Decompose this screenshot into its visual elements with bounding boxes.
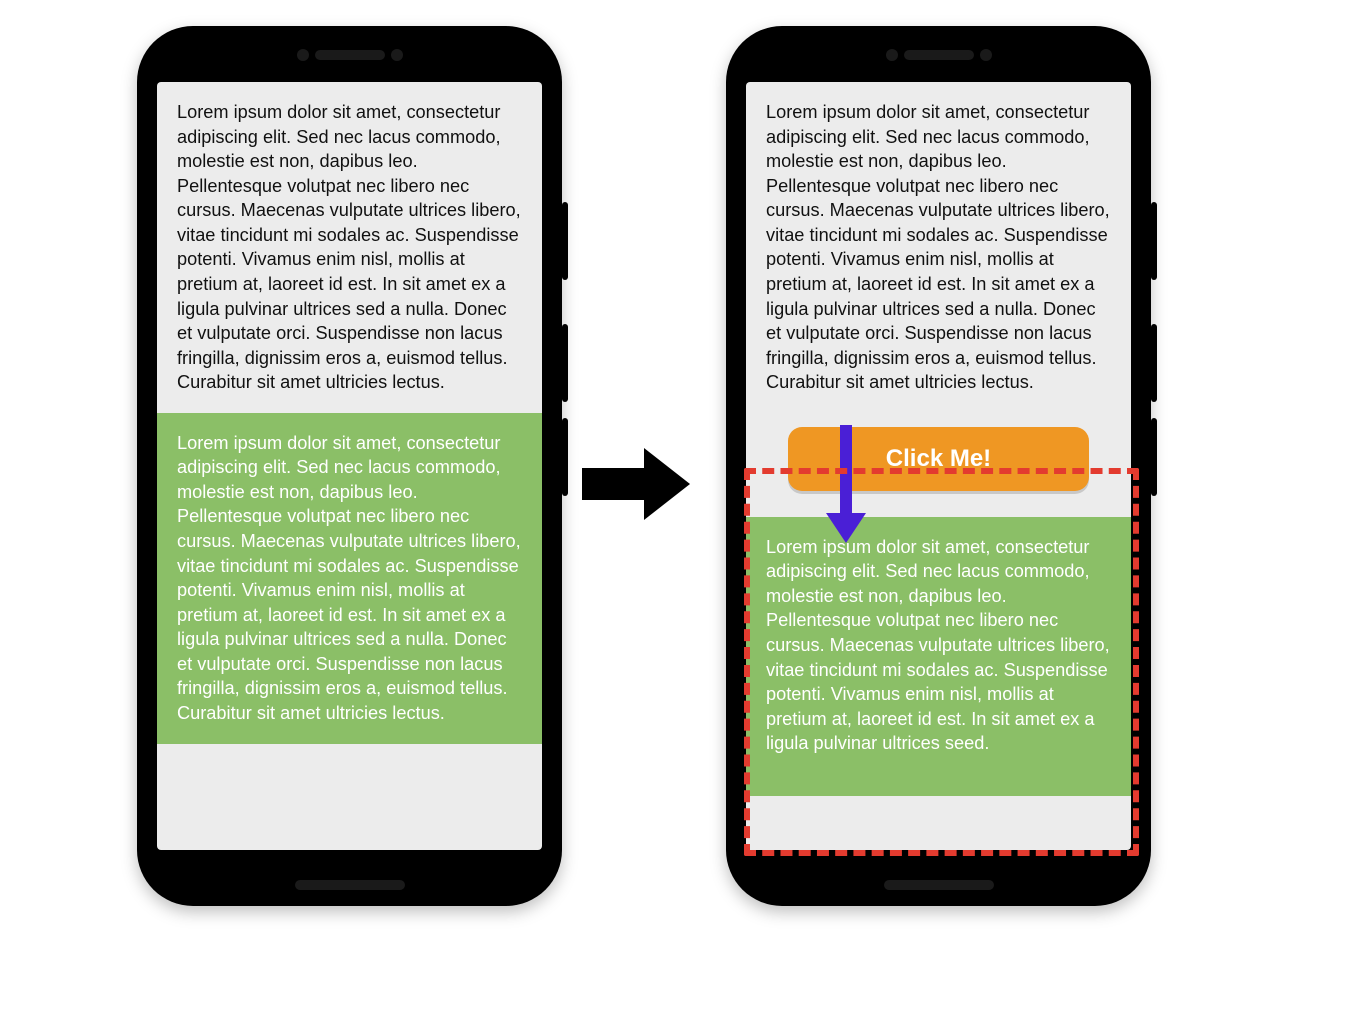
paragraph-green: Lorem ipsum dolor sit amet, consectetur … xyxy=(157,413,542,744)
paragraph-top: Lorem ipsum dolor sit amet, consectetur … xyxy=(746,82,1131,413)
phone-chin xyxy=(295,880,405,890)
volume-up-button xyxy=(1151,324,1157,402)
inserted-ad-block: Click Me! xyxy=(746,413,1131,517)
paragraph-top: Lorem ipsum dolor sit amet, consectetur … xyxy=(157,82,542,413)
phone-sensors xyxy=(137,46,562,64)
phone-after: Lorem ipsum dolor sit amet, consectetur … xyxy=(726,26,1151,906)
phone-before: Lorem ipsum dolor sit amet, consectetur … xyxy=(137,26,562,906)
volume-down-button xyxy=(1151,418,1157,496)
click-me-button[interactable]: Click Me! xyxy=(788,427,1088,491)
power-button xyxy=(562,202,568,280)
phone-chin xyxy=(884,880,994,890)
transition-arrow-icon xyxy=(582,444,697,524)
screen-before: Lorem ipsum dolor sit amet, consectetur … xyxy=(157,82,542,850)
screen-after: Lorem ipsum dolor sit amet, consectetur … xyxy=(746,82,1131,850)
volume-down-button xyxy=(562,418,568,496)
volume-up-button xyxy=(562,324,568,402)
power-button xyxy=(1151,202,1157,280)
paragraph-green-shifted: Lorem ipsum dolor sit amet, consectetur … xyxy=(746,517,1131,796)
phone-sensors xyxy=(726,46,1151,64)
